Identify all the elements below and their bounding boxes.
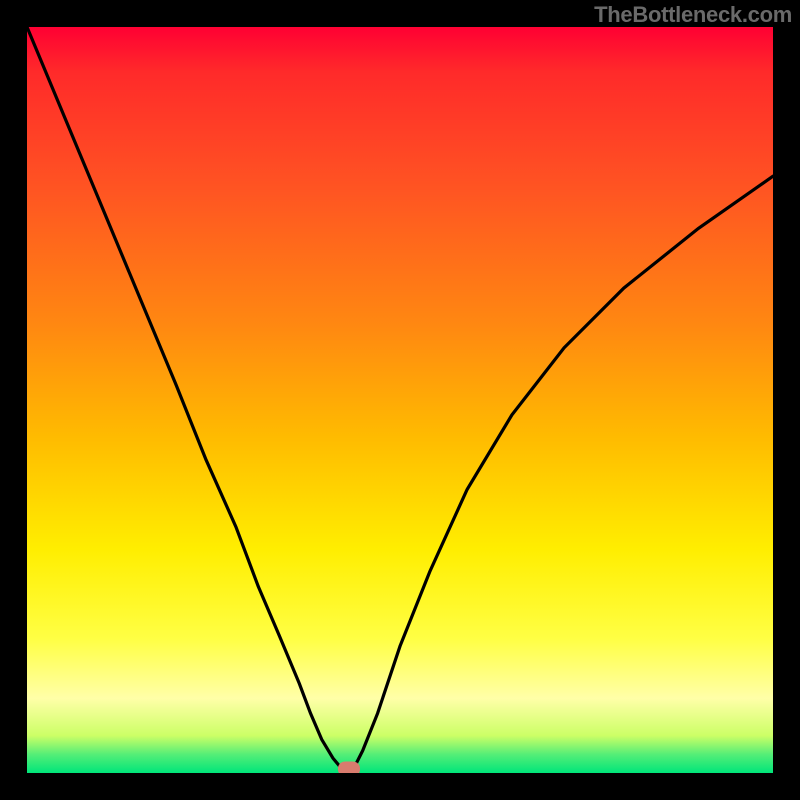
chart-gradient-area [27, 27, 773, 773]
minimum-marker [338, 762, 360, 774]
watermark-text: TheBottleneck.com [594, 2, 792, 28]
bottleneck-curve [27, 27, 773, 773]
chart-frame: TheBottleneck.com [0, 0, 800, 800]
